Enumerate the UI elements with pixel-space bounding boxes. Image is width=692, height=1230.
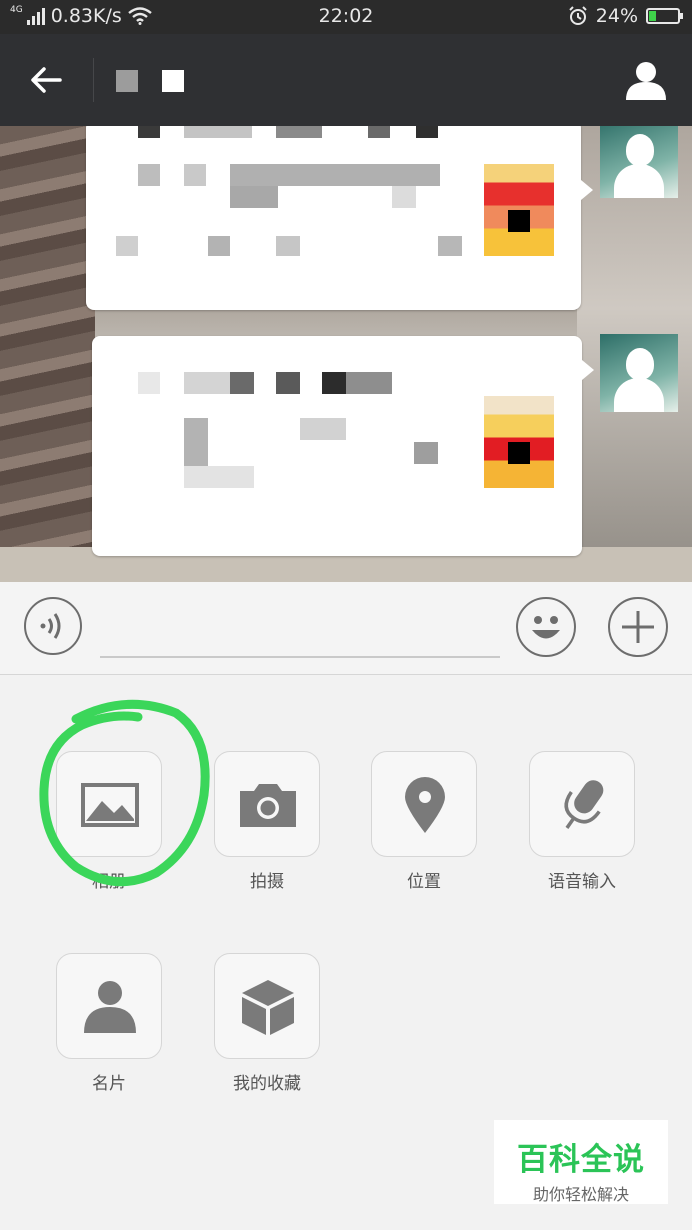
favorites-label: 我的收藏 bbox=[233, 1074, 301, 1094]
battery-percent: 24% bbox=[595, 5, 638, 27]
header-divider bbox=[93, 58, 94, 102]
chat-title-block-white bbox=[162, 70, 184, 92]
avatar[interactable] bbox=[600, 334, 678, 412]
message-bubble[interactable] bbox=[92, 336, 594, 556]
status-right: 24% bbox=[568, 5, 683, 27]
avatar[interactable] bbox=[600, 126, 678, 198]
location-label: 位置 bbox=[407, 872, 441, 892]
camera-icon bbox=[240, 784, 296, 827]
favorites-button[interactable] bbox=[214, 953, 320, 1059]
plus-icon bbox=[622, 611, 654, 643]
watermark-subtitle: 助你轻松解决 bbox=[532, 1185, 629, 1204]
back-arrow-icon[interactable] bbox=[26, 60, 66, 100]
camera-button[interactable] bbox=[214, 751, 320, 857]
thumbnail-image[interactable] bbox=[484, 164, 554, 256]
highlight-annotation bbox=[39, 699, 210, 887]
bubble-tail bbox=[582, 360, 594, 380]
emoji-button[interactable] bbox=[516, 597, 576, 657]
camera-label: 拍摄 bbox=[250, 872, 284, 892]
chat-message-area[interactable] bbox=[0, 126, 692, 582]
chat-title-block-gray bbox=[116, 70, 138, 92]
contact-card-button[interactable] bbox=[56, 953, 162, 1059]
alarm-icon bbox=[569, 6, 587, 25]
plus-button[interactable] bbox=[608, 597, 668, 657]
location-pin-icon bbox=[405, 777, 445, 833]
bubble-tail bbox=[581, 180, 593, 200]
message-bubble[interactable] bbox=[86, 126, 593, 310]
contact-card-icon bbox=[84, 981, 136, 1033]
favorites-box-icon bbox=[242, 980, 294, 1035]
voice-input-label: 语音输入 bbox=[548, 872, 616, 892]
contact-card-label: 名片 bbox=[92, 1074, 126, 1094]
battery-icon bbox=[646, 8, 683, 24]
message-input[interactable] bbox=[100, 656, 500, 658]
background-photo-left bbox=[0, 126, 95, 582]
microphone-icon bbox=[564, 780, 604, 829]
voice-input-button[interactable] bbox=[529, 751, 635, 857]
chat-header bbox=[0, 34, 692, 126]
watermark-title: 百科全说 bbox=[517, 1142, 645, 1178]
location-button[interactable] bbox=[371, 751, 477, 857]
watermark-logo: 百科全说 助你轻松解决 bbox=[494, 1120, 668, 1204]
input-bar bbox=[0, 582, 692, 675]
voice-icon bbox=[40, 613, 61, 639]
profile-icon[interactable] bbox=[624, 60, 668, 102]
battery-fill bbox=[649, 11, 656, 21]
voice-button[interactable] bbox=[24, 597, 82, 655]
status-bar: 4G 0.83K/s 22:02 24% bbox=[0, 0, 692, 34]
thumbnail-image[interactable] bbox=[484, 396, 554, 488]
emoji-icon bbox=[532, 616, 560, 639]
